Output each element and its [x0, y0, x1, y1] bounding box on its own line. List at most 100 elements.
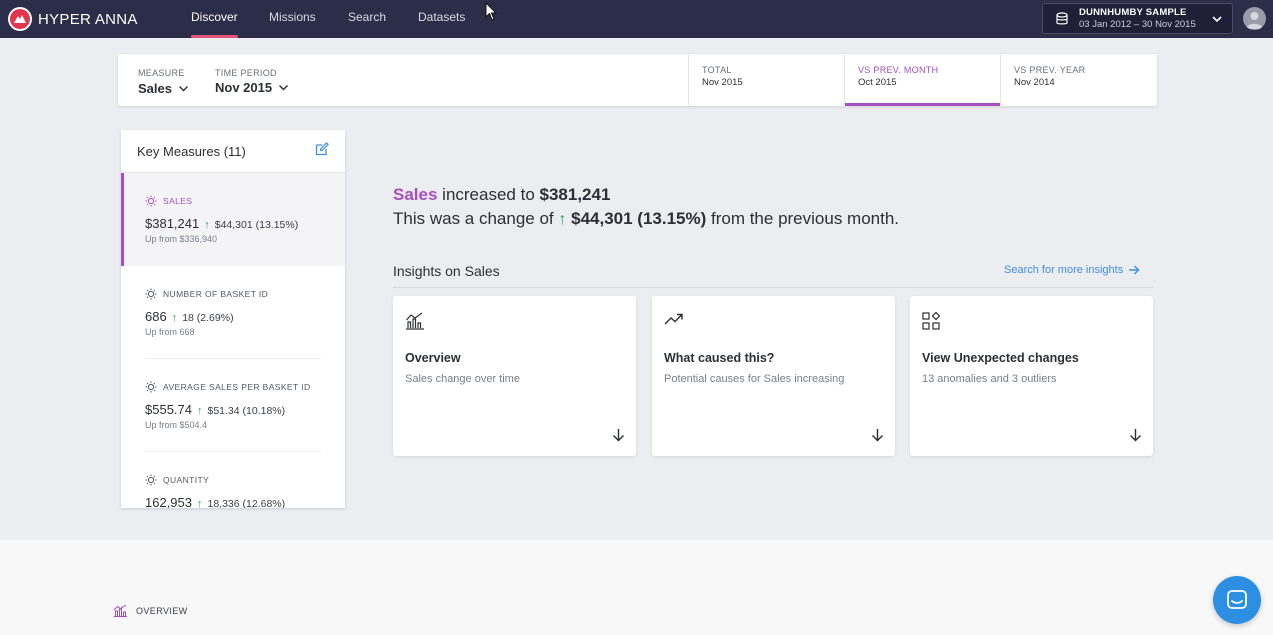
filter-bar: MEASURE Sales TIME PERIOD Nov 2015 TOTAL… — [118, 54, 1157, 106]
arrow-down-icon — [1130, 429, 1141, 442]
headline-text: from the previous month. — [706, 209, 900, 228]
tab-search[interactable]: Search — [348, 0, 386, 38]
compare-total[interactable]: TOTAL Nov 2015 — [688, 54, 844, 106]
measure-change: 18 (2.69%) — [182, 312, 234, 324]
mouse-cursor-icon — [485, 2, 498, 21]
card-title: What caused this? — [664, 351, 775, 365]
chevron-down-icon — [178, 86, 188, 92]
measure-value: 686 — [145, 309, 167, 324]
grid-icon — [922, 312, 940, 330]
card-title: View Unexpected changes — [922, 351, 1079, 365]
measure-from: Up from 668 — [145, 327, 195, 337]
dataset-range: 03 Jan 2012 – 30 Nov 2015 — [1079, 18, 1196, 30]
chart-icon — [406, 312, 424, 330]
overview-section — [0, 540, 1273, 635]
measure-value: 162,953 — [145, 495, 192, 508]
arrow-up-icon: ↑ — [197, 498, 203, 508]
measure-dropdown[interactable]: Sales — [138, 81, 189, 96]
search-insights-label: Search for more insights — [1004, 264, 1124, 276]
measure-name: NUMBER OF BASKET ID — [163, 289, 269, 299]
divider — [393, 287, 1153, 288]
key-measures-header: Key Measures (11) — [121, 130, 345, 173]
sun-icon — [145, 381, 157, 393]
arrow-down-icon — [872, 429, 883, 442]
chart-icon — [113, 604, 127, 617]
measure-name: AVERAGE SALES PER BASKET ID — [163, 382, 311, 392]
arrow-down-icon — [613, 429, 624, 442]
measure-change: $44,301 (13.15%) — [214, 219, 299, 231]
compare-label: VS PREV. MONTH — [858, 65, 939, 75]
card-title: Overview — [405, 351, 461, 365]
dataset-name: DUNNHUMBY SAMPLE — [1079, 6, 1187, 18]
key-measures-panel: Key Measures (11) SALES $381,241 ↑ $44,301… — [121, 130, 345, 508]
headline-line-1: Sales increased to $381,241 — [393, 183, 899, 207]
compare-value: Oct 2015 — [858, 77, 897, 88]
measure-name: QUANTITY — [163, 475, 210, 485]
top-navbar: HYPER ANNA Discover Missions Search Data… — [0, 0, 1273, 38]
tab-datasets[interactable]: Datasets — [418, 0, 465, 38]
compare-prev-month[interactable]: VS PREV. MONTH Oct 2015 — [844, 54, 1000, 106]
user-icon — [1246, 12, 1263, 29]
key-measure-sales[interactable]: SALES $381,241 ↑ $44,301 (13.15%) Up from … — [121, 173, 345, 266]
arrow-up-icon: ↑ — [558, 211, 567, 228]
sun-icon — [145, 288, 157, 300]
chevron-down-icon — [279, 85, 289, 91]
insight-card-unexpected[interactable]: View Unexpected changes 13 anomalies and… — [910, 296, 1153, 456]
measure-value: $555.74 — [145, 402, 192, 417]
measure-label: MEASURE — [138, 68, 185, 78]
period-dropdown[interactable]: Nov 2015 — [215, 80, 289, 95]
logo-icon — [8, 7, 32, 31]
app-name: HYPER ANNA — [38, 10, 138, 28]
compare-label: TOTAL — [702, 65, 732, 75]
headline-text: This was a change of — [393, 209, 559, 228]
search-insights-link[interactable]: Search for more insights — [1004, 264, 1140, 276]
database-icon — [1056, 11, 1068, 24]
compare-prev-year[interactable]: VS PREV. YEAR Nov 2014 — [1000, 54, 1156, 106]
arrow-up-icon: ↑ — [171, 312, 178, 324]
period-label: TIME PERIOD — [215, 68, 277, 78]
compare-label: VS PREV. YEAR — [1014, 65, 1086, 75]
measure-value: $381,241 — [145, 216, 200, 231]
measure-name: SALES — [163, 196, 193, 206]
arrow-right-icon — [1129, 265, 1140, 275]
avatar[interactable] — [1243, 7, 1266, 30]
measure-value: Sales — [138, 81, 172, 96]
card-subtitle: 13 anomalies and 3 outliers — [922, 373, 1057, 385]
headline-line-2: This was a change of ↑ $44,301 (13.15%) … — [393, 207, 899, 232]
tab-discover[interactable]: Discover — [191, 0, 238, 38]
measure-from: Up from $504.4 — [145, 420, 208, 430]
chevron-down-icon — [1212, 16, 1222, 23]
headline-text: increased to — [437, 185, 540, 204]
trend-icon — [664, 313, 683, 325]
dataset-selector[interactable]: DUNNHUMBY SAMPLE 03 Jan 2012 – 30 Nov 20… — [1042, 3, 1233, 34]
sun-icon — [145, 195, 157, 207]
tab-missions[interactable]: Missions — [269, 0, 316, 38]
insight-card-causes[interactable]: What caused this? Potential causes for S… — [652, 296, 895, 456]
sun-icon — [145, 474, 157, 486]
measure-from: Up from $336,940 — [145, 234, 218, 244]
app-logo[interactable]: HYPER ANNA — [8, 7, 138, 31]
card-subtitle: Sales change over time — [405, 373, 520, 385]
key-measure-quantity[interactable]: QUANTITY 162,953 ↑ 18,336 (12.68%) — [121, 452, 345, 508]
chat-button[interactable] — [1213, 576, 1261, 624]
insight-card-overview[interactable]: Overview Sales change over time — [393, 296, 636, 456]
arrow-up-icon: ↑ — [204, 219, 210, 231]
section-label: OVERVIEW — [136, 605, 188, 616]
headline: Sales increased to $381,241 This was a c… — [393, 183, 899, 232]
measure-change: $51.34 (10.18%) — [207, 405, 286, 417]
arrow-up-icon: ↑ — [197, 405, 203, 417]
card-subtitle: Potential causes for Sales increasing — [664, 373, 845, 385]
key-measures-title: Key Measures (11) — [137, 144, 246, 159]
headline-measure[interactable]: Sales — [393, 185, 437, 204]
key-measure-basket-count[interactable]: NUMBER OF BASKET ID 686 ↑ 18 (2.69%) Up fr… — [121, 266, 345, 359]
edit-icon[interactable] — [315, 142, 329, 156]
key-measure-avg-sales[interactable]: AVERAGE SALES PER BASKET ID $555.74 ↑ $51.… — [121, 359, 345, 452]
measure-change: 18,336 (12.68%) — [207, 498, 286, 508]
period-value: Nov 2015 — [215, 80, 273, 95]
insights-title: Insights on Sales — [393, 263, 500, 279]
compare-value: Nov 2015 — [702, 77, 743, 88]
chat-icon — [1227, 590, 1247, 609]
compare-value: Nov 2014 — [1014, 77, 1055, 88]
headline-change: $44,301 (13.15%) — [571, 209, 707, 228]
headline-value: $381,241 — [539, 185, 611, 204]
